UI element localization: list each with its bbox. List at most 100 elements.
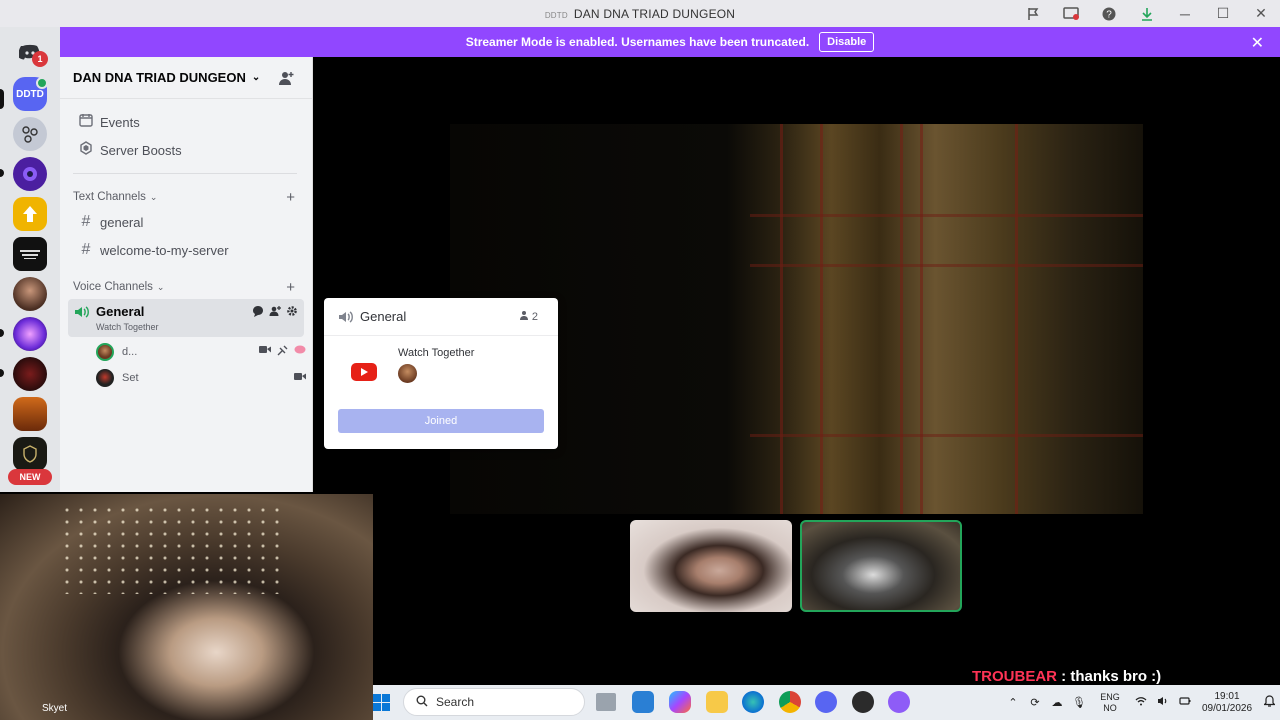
participant-video-tile-2[interactable] [800, 520, 962, 612]
sync-icon[interactable]: ⟳ [1024, 696, 1046, 709]
speaker-icon [339, 310, 353, 323]
live-indicator-icon [36, 77, 48, 89]
flag-icon[interactable] [1014, 0, 1052, 27]
window-title-prefix: DDTD [544, 10, 568, 20]
close-banner-icon[interactable]: ✕ [1251, 33, 1264, 53]
voice-channel-general[interactable]: General Watch Together [68, 299, 304, 337]
unread-pill [0, 169, 4, 177]
discord-taskbar-icon[interactable] [815, 691, 837, 713]
chevron-up-icon[interactable]: ⌃ [1002, 696, 1024, 709]
battery-icon[interactable] [1174, 696, 1196, 709]
notification-bell-icon[interactable] [1258, 695, 1280, 710]
voice-member-2-name: Set [122, 372, 139, 384]
create-voice-channel-icon[interactable]: + [286, 279, 295, 296]
server-molecule[interactable] [13, 117, 47, 151]
download-icon[interactable] [1128, 0, 1166, 27]
copilot-icon[interactable] [669, 691, 691, 713]
hash-icon: # [81, 213, 91, 230]
wifi-icon[interactable] [1130, 696, 1152, 709]
clock[interactable]: 19:01 09/01/2026 [1196, 691, 1258, 715]
twitch-tool-icon[interactable] [888, 691, 910, 713]
windows-taskbar: Search ⌃ ⟳ ☁ 🎙 ENG NO 19:01 09/01/2026 [373, 685, 1280, 720]
minimize-icon[interactable]: ─ [1166, 0, 1204, 27]
channel-welcome[interactable]: # welcome-to-my-server [68, 237, 304, 263]
voice-member-1[interactable]: d... [96, 341, 306, 363]
selected-pill [0, 89, 4, 109]
unread-pill-3 [0, 369, 4, 377]
store-icon[interactable] [632, 691, 654, 713]
stream-chat-line: TROUBEAR : thanks bro :) [972, 668, 1161, 685]
calendar-icon [76, 113, 96, 132]
streamer-webcam-overlay: Skyet [0, 492, 373, 720]
channel-general[interactable]: # general [68, 209, 304, 235]
sticker-icon [294, 345, 306, 359]
events-item[interactable]: Events [68, 109, 304, 135]
text-channels-category[interactable]: Text Channels ⌄ + [73, 189, 301, 206]
curtain-hstripe [750, 434, 1143, 437]
curtain-stripe [1015, 124, 1018, 514]
text-category-label: Text Channels [73, 191, 146, 203]
search-placeholder: Search [436, 695, 475, 709]
streamer-mode-banner: Streamer Mode is enabled. Usernames have… [60, 27, 1280, 57]
clock-date: 09/01/2026 [1201, 702, 1253, 714]
chevron-down-icon: ⌄ [251, 72, 261, 83]
youtube-icon [351, 363, 377, 381]
window-title: DDTD DAN DNA TRIAD DUNGEON [545, 7, 735, 21]
chevron-down-icon: ⌄ [149, 191, 158, 202]
screen-share-icon[interactable] [1052, 0, 1090, 27]
help-icon[interactable]: ? [1090, 0, 1128, 27]
disable-streamer-mode-button[interactable]: Disable [819, 32, 875, 52]
create-text-channel-icon[interactable]: + [286, 189, 295, 206]
joined-button[interactable]: Joined [338, 409, 544, 433]
invite-people-icon[interactable] [278, 70, 294, 89]
activity-participant-avatar [398, 364, 417, 383]
curtain-stripe [820, 124, 823, 514]
voice-category-label: Voice Channels [73, 281, 153, 293]
task-view-icon[interactable] [596, 693, 616, 711]
server-red[interactable] [13, 357, 47, 391]
taskbar-search[interactable]: Search [403, 688, 585, 716]
invite-to-channel-icon[interactable] [269, 305, 281, 320]
voice-channel-activity: Watch Together [96, 322, 159, 332]
popout-separator [324, 335, 558, 336]
channel-settings-gear-icon[interactable] [286, 305, 298, 320]
server-name: DAN DNA TRIAD DUNGEON [73, 70, 246, 85]
server-photo-1[interactable] [13, 277, 47, 311]
speaker-icon [74, 305, 90, 324]
file-explorer-icon[interactable] [706, 691, 728, 713]
camera-icon [294, 372, 306, 384]
volume-icon[interactable] [1152, 696, 1174, 709]
chrome-icon[interactable] [779, 691, 801, 713]
server-car[interactable] [13, 397, 47, 431]
chat-bubble-icon[interactable] [252, 305, 264, 320]
obs-icon[interactable] [852, 691, 874, 713]
server-arrow[interactable] [13, 197, 47, 231]
camera-icon [259, 345, 271, 359]
maximize-icon[interactable]: ☐ [1204, 0, 1242, 27]
chat-message: : thanks bro :) [1061, 668, 1162, 685]
webcam-label: Skyet [42, 703, 68, 714]
server-header[interactable]: DAN DNA TRIAD DUNGEON ⌄ [60, 57, 312, 99]
system-tray: ⌃ ⟳ ☁ 🎙 ENG NO 19:01 09/01/2026 [1002, 685, 1280, 720]
server-purple[interactable] [13, 157, 47, 191]
onedrive-icon[interactable]: ☁ [1046, 696, 1068, 709]
close-window-icon[interactable]: ✕ [1242, 0, 1280, 27]
avatar [96, 343, 114, 361]
server-shield[interactable] [13, 437, 47, 471]
avatar [96, 369, 114, 387]
participant-video-tile-1[interactable] [630, 520, 792, 612]
voice-member-2[interactable]: Set [96, 367, 306, 389]
curtain-hstripe [750, 214, 1143, 217]
unread-pill-2 [0, 329, 4, 337]
curtain-hstripe [750, 264, 1143, 267]
boost-icon [76, 140, 96, 160]
windows-start-icon[interactable] [373, 694, 391, 712]
microphone-icon[interactable]: 🎙 [1068, 696, 1090, 709]
language-indicator[interactable]: ENG NO [1090, 692, 1130, 714]
voice-channels-category[interactable]: Voice Channels ⌄ + [73, 279, 301, 296]
server-boosts-item[interactable]: Server Boosts [68, 137, 304, 163]
edge-icon[interactable] [742, 691, 764, 713]
server-galaxy[interactable] [13, 317, 47, 351]
users-icon [519, 311, 528, 320]
server-higher-heights[interactable] [13, 237, 47, 271]
